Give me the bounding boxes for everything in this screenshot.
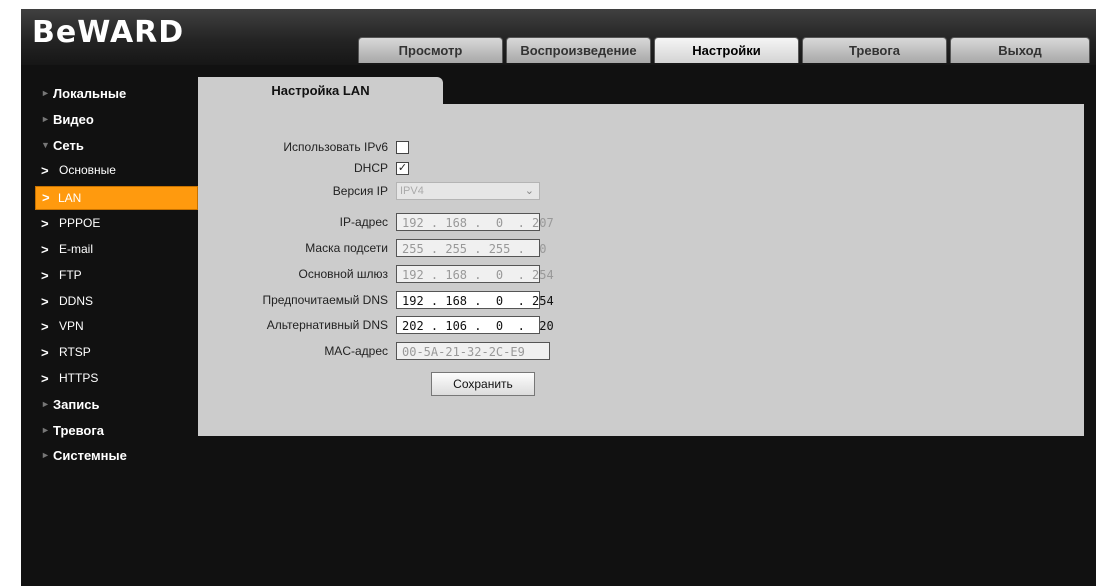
mac-label: MAC-адрес bbox=[324, 344, 388, 358]
alt-dns-label: Альтернативный DNS bbox=[266, 318, 388, 332]
save-button[interactable]: Сохранить bbox=[431, 372, 535, 396]
tab-playback[interactable]: Воспроизведение bbox=[506, 37, 651, 63]
ip-version-label: Версия IP bbox=[332, 184, 388, 198]
sidebar-item-label: Тревога bbox=[53, 422, 105, 438]
chevron-right-icon: > bbox=[41, 163, 49, 179]
sidebar-item-https[interactable]: > HTTPS bbox=[21, 366, 198, 392]
sidebar-item-label: E-mail bbox=[59, 241, 94, 256]
chevron-right-icon: > bbox=[41, 370, 49, 386]
chevron-right-icon: > bbox=[41, 267, 49, 283]
preferred-dns-label: Предпочитаемый DNS bbox=[262, 293, 388, 307]
sidebar-item-label: FTP bbox=[59, 267, 82, 282]
chevron-right-icon: > bbox=[42, 190, 50, 206]
mac-field[interactable]: 00-5A-21-32-2C-E9 bbox=[396, 342, 550, 360]
sidebar-item-ftp[interactable]: > FTP bbox=[21, 263, 198, 289]
sidebar-item-label: Видео bbox=[53, 111, 94, 127]
sidebar-item-ddns[interactable]: > DDNS bbox=[21, 289, 198, 315]
sidebar-item-email[interactable]: > E-mail bbox=[21, 237, 198, 263]
sidebar-item-label: PPPOE bbox=[59, 216, 101, 231]
sidebar-item-label: RTSP bbox=[59, 345, 91, 360]
section-tab-lan: Настройка LAN bbox=[198, 77, 443, 104]
tab-exit[interactable]: Выход bbox=[950, 37, 1090, 63]
chevron-down-icon: ⌄ bbox=[524, 185, 534, 197]
collapsed-arrow-icon: ► bbox=[41, 88, 50, 98]
beward-logo: BeWARD bbox=[32, 15, 185, 50]
sidebar-item-label: LAN bbox=[58, 191, 82, 206]
chevron-right-icon: > bbox=[41, 345, 49, 361]
chevron-right-icon: > bbox=[41, 293, 49, 309]
ip-version-select[interactable]: IPV4 ⌄ bbox=[396, 182, 540, 200]
tab-alarm[interactable]: Тревога bbox=[802, 37, 947, 63]
ipv6-checkbox[interactable] bbox=[396, 141, 409, 154]
sidebar: ► Локальные ► Видео ▼ Сеть > Основные > … bbox=[21, 81, 198, 469]
ip-version-value: IPV4 bbox=[400, 185, 424, 197]
collapsed-arrow-icon: ► bbox=[41, 450, 50, 461]
app-frame: BeWARD Просмотр Воспроизведение Настройк… bbox=[21, 9, 1096, 586]
collapsed-arrow-icon: ► bbox=[41, 113, 50, 124]
dhcp-label: DHCP bbox=[353, 161, 388, 175]
sidebar-item-label: Сеть bbox=[53, 137, 84, 153]
gateway-label: Основной шлюз bbox=[298, 267, 388, 281]
sidebar-item-label: DDNS bbox=[59, 293, 94, 308]
sidebar-item-pppoe[interactable]: > PPPOE bbox=[21, 211, 198, 237]
ip-address-label: IP-адрес bbox=[339, 215, 388, 229]
sidebar-item-label: Основные bbox=[59, 163, 116, 178]
subnet-mask-field[interactable]: 255 . 255 . 255 . 0 bbox=[396, 239, 547, 257]
expanded-arrow-icon: ▼ bbox=[41, 139, 50, 150]
sidebar-item-system[interactable]: ► Системные bbox=[21, 443, 198, 469]
dhcp-checkbox[interactable]: ✓ bbox=[396, 162, 409, 175]
sidebar-item-label: Запись bbox=[53, 396, 100, 412]
lan-settings-panel: Использовать IPv6 DHCP ✓ Версия IP IPV4 … bbox=[198, 104, 1084, 436]
sidebar-item-record[interactable]: ► Запись bbox=[21, 392, 198, 418]
sidebar-item-local[interactable]: ► Локальные bbox=[21, 81, 198, 107]
tab-view[interactable]: Просмотр bbox=[358, 37, 503, 63]
subnet-mask-label: Маска подсети bbox=[305, 241, 388, 255]
ipv6-label: Использовать IPv6 bbox=[283, 140, 388, 154]
tab-settings[interactable]: Настройки bbox=[654, 37, 799, 63]
ip-address-field[interactable]: 192 . 168 . 0 . 207 bbox=[396, 213, 554, 231]
sidebar-item-rtsp[interactable]: > RTSP bbox=[21, 340, 198, 366]
alt-dns-field[interactable]: 202 . 106 . 0 . 20 bbox=[396, 316, 554, 334]
collapsed-arrow-icon: ► bbox=[41, 424, 50, 435]
sidebar-item-video[interactable]: ► Видео bbox=[21, 107, 198, 133]
sidebar-item-basic[interactable]: > Основные bbox=[21, 158, 198, 184]
sidebar-item-label: HTTPS bbox=[59, 370, 99, 385]
sidebar-item-label: Локальные bbox=[53, 86, 127, 101]
gateway-field[interactable]: 192 . 168 . 0 . 254 bbox=[396, 265, 554, 283]
top-bar: BeWARD Просмотр Воспроизведение Настройк… bbox=[21, 9, 1096, 65]
chevron-right-icon: > bbox=[41, 319, 49, 335]
chevron-right-icon: > bbox=[41, 216, 49, 232]
sidebar-item-vpn[interactable]: > VPN bbox=[21, 314, 198, 340]
chevron-right-icon: > bbox=[41, 241, 49, 257]
sidebar-item-alarm[interactable]: ► Тревога bbox=[21, 418, 198, 444]
sidebar-item-label: VPN bbox=[59, 319, 84, 334]
preferred-dns-field[interactable]: 192 . 168 . 0 . 254 bbox=[396, 291, 554, 309]
collapsed-arrow-icon: ► bbox=[41, 398, 50, 409]
sidebar-item-network[interactable]: ▼ Сеть bbox=[21, 133, 198, 159]
sidebar-item-lan[interactable]: > LAN bbox=[35, 186, 198, 211]
sidebar-item-label: Системные bbox=[53, 448, 127, 464]
